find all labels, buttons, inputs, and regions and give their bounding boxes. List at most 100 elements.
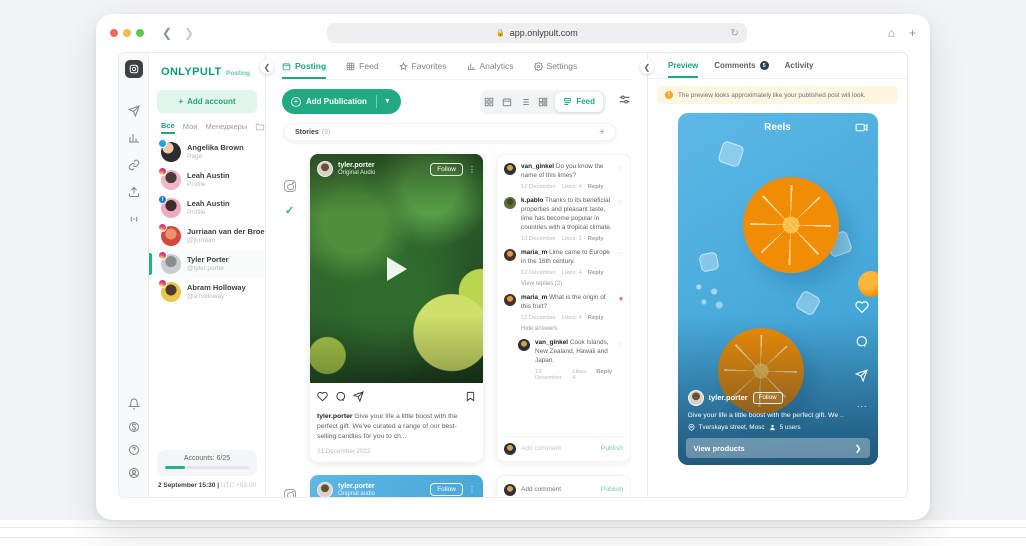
direct-messages-icon[interactable] <box>127 104 141 118</box>
comment-2[interactable]: k.pablo Thanks to its beneficial propert… <box>504 197 623 242</box>
deck-background <box>0 520 1026 546</box>
groups-folder-icon[interactable] <box>255 122 265 134</box>
follow-button[interactable]: Follow <box>753 392 783 404</box>
hide-answers-link[interactable]: Hide answers <box>521 326 623 332</box>
stories-bar[interactable]: Stories (9) + <box>284 123 616 141</box>
add-comment-input[interactable] <box>521 445 596 452</box>
comment-reply[interactable]: van_ginkel Cook Islands, New Zealand, Ha… <box>518 339 623 381</box>
post-card-1[interactable]: tyler.porter Original Audio Follow ⋮ <box>310 154 483 462</box>
follow-button[interactable]: Follow <box>430 163 463 176</box>
reply-link[interactable]: Reply <box>588 236 604 242</box>
collapse-accounts-icon[interactable]: ❮ <box>260 60 274 74</box>
tab-mine[interactable]: Мои <box>183 122 198 133</box>
orange <box>858 271 878 297</box>
like-comment-icon[interactable]: ♡ <box>617 163 623 190</box>
comment-1[interactable]: van_ginkel Do you know the name of this … <box>504 163 623 190</box>
share-post-icon[interactable] <box>855 369 868 387</box>
notifications-bell-icon[interactable] <box>127 397 141 411</box>
publish-comment-button[interactable]: Publish <box>601 445 623 452</box>
comment-icon[interactable] <box>335 389 346 407</box>
publish-comment-button[interactable]: Publish <box>601 486 623 493</box>
mosaic-view-icon[interactable] <box>537 96 548 107</box>
more-options-icon[interactable]: ⋮ <box>468 485 476 494</box>
like-icon[interactable] <box>855 300 869 319</box>
bookmark-icon[interactable] <box>465 389 476 407</box>
comment-3[interactable]: maria_m Lime came to Europe in the 16th … <box>504 249 623 276</box>
reply-link[interactable]: Reply <box>596 369 612 381</box>
account-row-leah-austin-ig[interactable]: Leah AustinProfile <box>149 166 265 194</box>
forward-icon[interactable]: ❯ <box>182 26 196 40</box>
tab-analytics[interactable]: Analytics <box>467 53 514 79</box>
links-icon[interactable] <box>127 158 141 172</box>
add-story-icon[interactable]: + <box>599 127 605 138</box>
list-view-icon[interactable] <box>519 96 530 107</box>
tab-managers[interactable]: Менеджеры <box>205 122 247 133</box>
reply-link[interactable]: Reply <box>588 315 604 321</box>
like-comment-icon[interactable]: ♡ <box>617 197 623 242</box>
feed-view-toggle[interactable]: Feed <box>555 92 603 112</box>
tab-all[interactable]: Все <box>161 121 175 134</box>
view-replies-link[interactable]: View replies (2) <box>521 281 623 287</box>
grid-view-icon[interactable] <box>483 96 494 107</box>
address-bar[interactable]: 🔒 app.onlypult.com ↻ <box>327 23 747 43</box>
avatar <box>161 254 181 274</box>
post-image-orange[interactable]: tyler.porter Original audio Follow ⋮ <box>310 475 483 497</box>
zoom-window-button[interactable] <box>136 29 144 37</box>
help-icon[interactable] <box>127 443 141 457</box>
post-image-limes[interactable]: tyler.porter Original Audio Follow ⋮ <box>310 154 483 383</box>
post-card-2[interactable]: tyler.porter Original audio Follow ⋮ <box>310 475 483 497</box>
reply-link[interactable]: Reply <box>588 270 604 276</box>
chevron-down-icon[interactable]: ▼ <box>384 98 399 105</box>
reels-tagged-users[interactable]: 5 users <box>780 424 801 431</box>
comment-4[interactable]: maria_m What is the origin of this fruit… <box>504 294 623 321</box>
add-comment-input[interactable] <box>521 486 596 493</box>
close-window-button[interactable] <box>110 29 118 37</box>
share-icon[interactable]: ⌂︎ <box>888 26 895 40</box>
account-row-angelika-brown[interactable]: Angelika BrownPage <box>149 138 265 166</box>
follow-button[interactable]: Follow <box>430 483 463 496</box>
tab-favorites[interactable]: Favorites <box>399 53 447 79</box>
view-products-button[interactable]: View products ❯ <box>686 438 870 458</box>
reels-location[interactable]: Tverskaya street, Mosc <box>699 424 765 431</box>
account-row-jurriaan[interactable]: Jurriaan van der Broek@jurriaan <box>149 222 265 250</box>
reply-link[interactable]: Reply <box>588 184 604 190</box>
instagram-app-icon[interactable] <box>125 60 143 78</box>
facebook-badge-icon: f <box>158 195 167 204</box>
stories-count: (9) <box>322 129 331 136</box>
liked-comment-icon[interactable]: ♥ <box>619 294 623 321</box>
broadcast-icon[interactable] <box>127 212 141 226</box>
like-comment-icon[interactable]: ♡ <box>617 249 623 276</box>
like-icon[interactable] <box>317 389 328 407</box>
tab-activity[interactable]: Activity <box>785 53 814 78</box>
back-icon[interactable]: ❮ <box>160 26 174 40</box>
tab-comments[interactable]: Comments 5 <box>714 53 768 78</box>
calendar-view-icon[interactable] <box>501 96 512 107</box>
tab-preview[interactable]: Preview <box>668 53 698 78</box>
profile-settings-icon[interactable] <box>127 466 141 480</box>
camera-icon[interactable] <box>855 121 868 139</box>
like-comment-icon[interactable]: ♡ <box>617 339 623 381</box>
play-icon[interactable] <box>387 257 407 281</box>
tab-feed[interactable]: Feed <box>346 53 378 79</box>
add-account-button[interactable]: + Add account <box>157 90 257 113</box>
export-icon[interactable] <box>127 185 141 199</box>
new-tab-icon[interactable]: + <box>909 26 916 40</box>
more-options-icon[interactable]: ⋮ <box>468 165 476 174</box>
add-publication-button[interactable]: + Add Publication ▼ <box>282 89 401 114</box>
share-post-icon[interactable] <box>353 389 364 407</box>
tab-settings[interactable]: Settings <box>534 53 578 79</box>
more-options-icon[interactable]: ... <box>857 399 868 409</box>
main-tabs: Posting Feed Favorites Analytics Setting… <box>282 53 631 80</box>
analytics-icon[interactable] <box>127 131 141 145</box>
tab-posting[interactable]: Posting <box>282 53 326 79</box>
account-row-tyler-porter[interactable]: Tyler Porter@tyler.porter <box>149 250 265 278</box>
subscription-icon[interactable] <box>127 420 141 434</box>
reload-icon[interactable]: ↻ <box>730 28 738 39</box>
comment-icon[interactable] <box>855 335 868 353</box>
minimize-window-button[interactable] <box>123 29 131 37</box>
account-row-leah-austin-fb[interactable]: f Leah AustinProfile <box>149 194 265 222</box>
account-row-abram-holloway[interactable]: Abram Holloway@a.holloway <box>149 278 265 306</box>
filters-icon[interactable] <box>618 93 631 111</box>
collapse-preview-icon[interactable]: ❮ <box>640 60 654 74</box>
original-audio-label: Original Audio <box>338 170 425 178</box>
